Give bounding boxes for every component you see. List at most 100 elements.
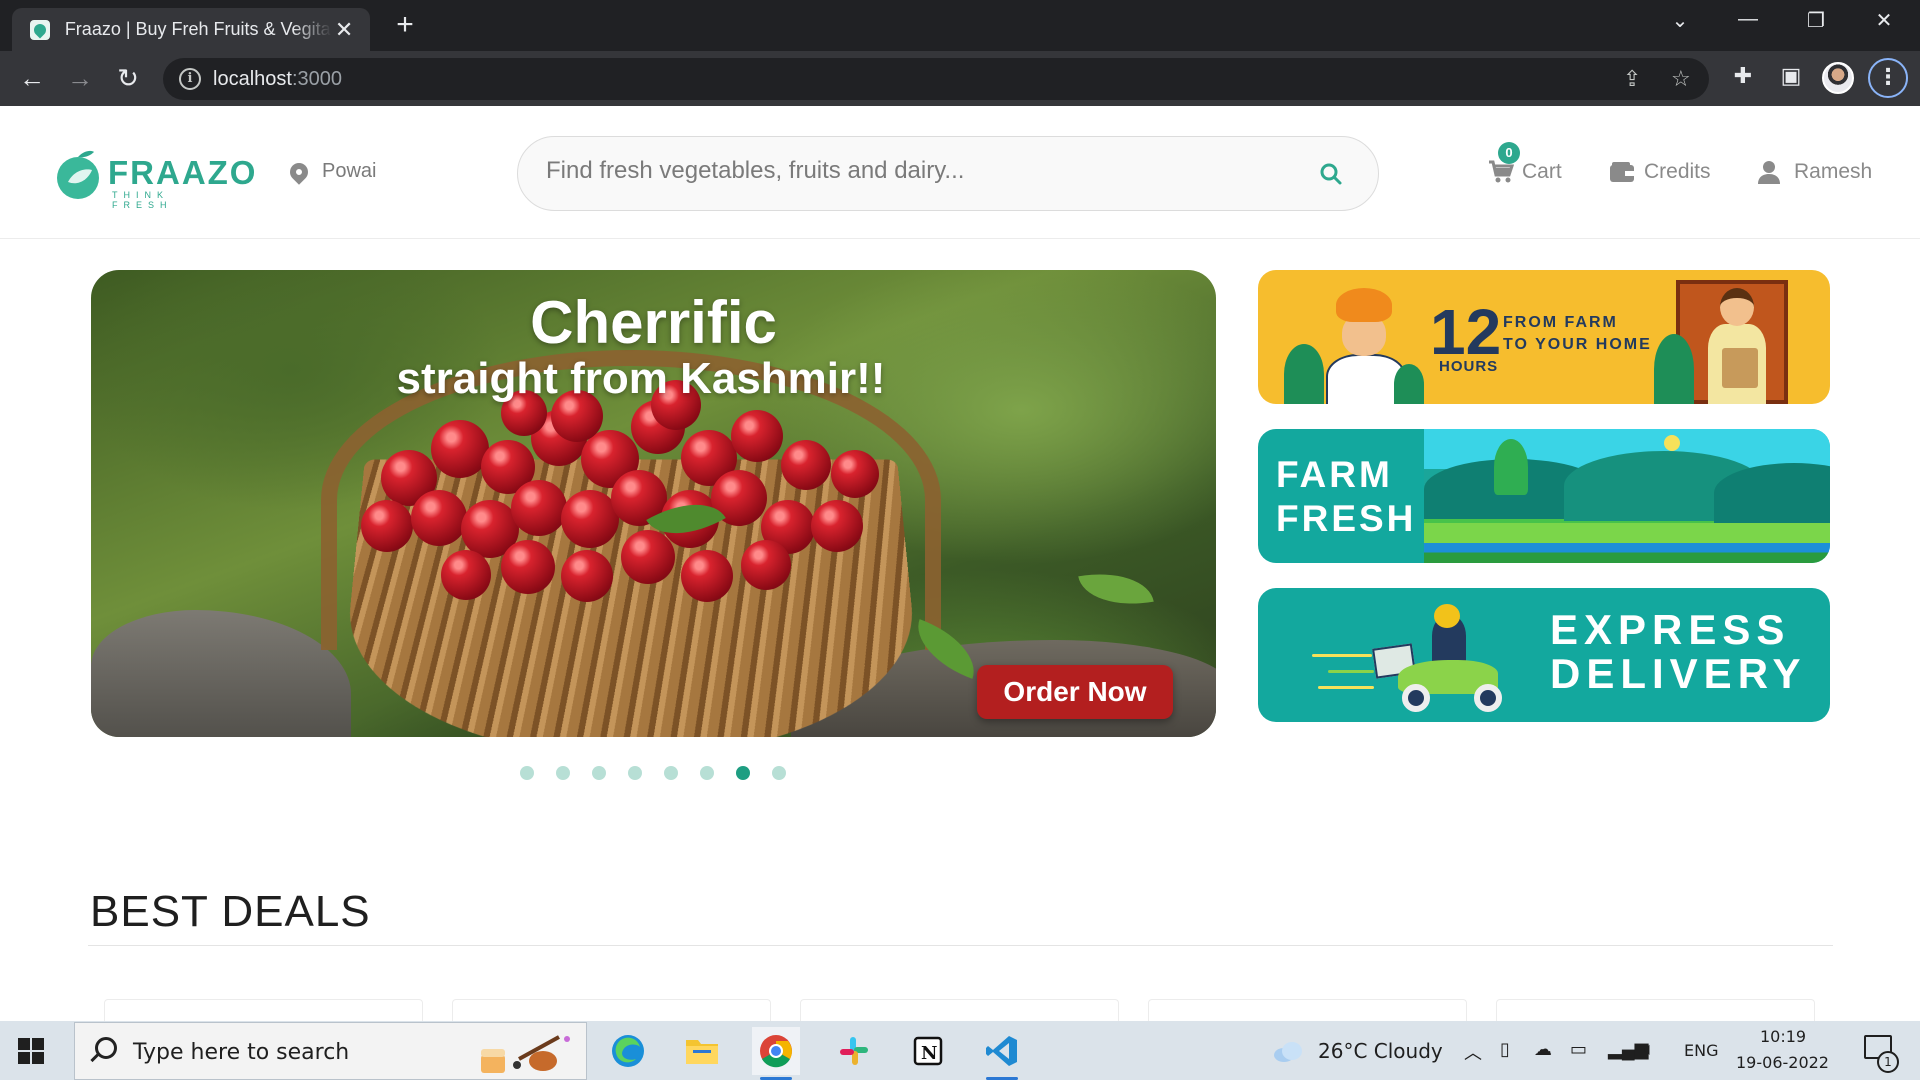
address-bar[interactable]: i localhost:3000 ⇪ ☆ bbox=[163, 58, 1709, 100]
order-now-button[interactable]: Order Now bbox=[977, 665, 1173, 719]
volume-icon[interactable]: 🔈︎ bbox=[1644, 1039, 1655, 1060]
carousel-dot[interactable] bbox=[772, 766, 786, 780]
cherry bbox=[501, 540, 555, 594]
cherry bbox=[811, 500, 863, 552]
carousel-dot[interactable] bbox=[520, 766, 534, 780]
forward-arrow-icon[interactable]: → bbox=[62, 61, 98, 97]
cherry bbox=[621, 530, 675, 584]
plant-illustration bbox=[1654, 334, 1694, 404]
hero-title: Cherrific bbox=[530, 289, 777, 356]
cherry bbox=[561, 550, 613, 602]
side-panel-icon[interactable]: ▣ bbox=[1776, 63, 1806, 89]
browser-menu-icon[interactable]: ⋮ bbox=[1868, 58, 1908, 98]
banner-express-delivery[interactable]: EXPRESS DELIVERY bbox=[1258, 588, 1830, 722]
taskbar-search[interactable]: Type here to search bbox=[74, 1022, 587, 1080]
reload-icon[interactable]: ↻ bbox=[110, 61, 146, 97]
back-arrow-icon[interactable]: ← bbox=[14, 61, 50, 97]
search-input[interactable] bbox=[546, 157, 1286, 185]
close-window-icon[interactable]: ✕ bbox=[1866, 8, 1902, 33]
carousel-dot[interactable] bbox=[556, 766, 570, 780]
notion-icon[interactable]: N bbox=[904, 1027, 952, 1075]
cherry bbox=[681, 550, 733, 602]
device-icon[interactable]: ▯ bbox=[1500, 1039, 1510, 1060]
credits-button[interactable]: Credits bbox=[1610, 160, 1711, 184]
tab-title: Fraazo | Buy Freh Fruits & Vegitables bbox=[64, 19, 332, 39]
slack-icon[interactable] bbox=[830, 1027, 878, 1075]
carousel-dot[interactable] bbox=[664, 766, 678, 780]
credits-label: Credits bbox=[1644, 160, 1711, 183]
carousel-dot[interactable] bbox=[700, 766, 714, 780]
best-deals-heading: BEST DEALS bbox=[90, 887, 371, 936]
wallet-icon bbox=[1610, 162, 1634, 182]
cart-button[interactable]: 0 Cart bbox=[1488, 142, 1562, 184]
location-pin-icon bbox=[286, 158, 312, 185]
section-divider bbox=[88, 945, 1833, 946]
location-selector[interactable]: Powai bbox=[286, 158, 376, 185]
chevron-up-icon[interactable]: ︿ bbox=[1464, 1039, 1482, 1065]
tab-close-icon[interactable]: ✕ bbox=[332, 17, 356, 43]
input-language[interactable]: ENG bbox=[1684, 1041, 1718, 1060]
search-icon bbox=[95, 1037, 117, 1059]
plant-illustration bbox=[1394, 364, 1424, 404]
extensions-puzzle-icon[interactable]: ✚ bbox=[1728, 63, 1758, 89]
user-icon bbox=[1758, 161, 1780, 184]
new-tab-button[interactable]: + bbox=[390, 10, 420, 40]
browser-tab[interactable]: Fraazo | Buy Freh Fruits & Vegitables ✕ bbox=[12, 8, 370, 51]
file-explorer-icon[interactable] bbox=[678, 1027, 726, 1075]
onedrive-icon[interactable]: ☁ bbox=[1534, 1039, 1552, 1060]
browser-tabstrip: Fraazo | Buy Freh Fruits & Vegitables ✕ … bbox=[0, 0, 1920, 51]
cherry bbox=[411, 490, 467, 546]
cherry bbox=[361, 500, 413, 552]
windows-start-icon[interactable] bbox=[18, 1038, 44, 1064]
delivery-scooter-illustration bbox=[1368, 604, 1508, 712]
carousel-dot[interactable] bbox=[628, 766, 642, 780]
logo-wordmark: FRAAZO bbox=[108, 154, 258, 191]
cloudy-weather-icon bbox=[1274, 1042, 1302, 1062]
url-text[interactable]: localhost:3000 bbox=[213, 68, 342, 91]
cherry bbox=[741, 540, 791, 590]
customer-illustration bbox=[1704, 288, 1768, 404]
minimize-icon[interactable]: — bbox=[1730, 8, 1766, 31]
windows-taskbar: Type here to search N 26°C Cloudy ︿ ▯ ☁ … bbox=[0, 1021, 1920, 1080]
cart-label: Cart bbox=[1522, 160, 1562, 183]
cherry bbox=[831, 450, 879, 498]
fraazo-favicon-icon bbox=[30, 19, 50, 40]
svg-text:N: N bbox=[921, 1043, 937, 1064]
profile-avatar[interactable] bbox=[1822, 62, 1854, 94]
share-icon[interactable]: ⇪ bbox=[1623, 66, 1641, 92]
speed-line bbox=[1312, 654, 1372, 657]
carousel-dot[interactable] bbox=[736, 766, 750, 780]
network-icon[interactable]: ▂▄▆ bbox=[1608, 1039, 1648, 1060]
chrome-icon[interactable] bbox=[752, 1027, 800, 1080]
banner-12-hours[interactable]: 12 HOURS FROM FARM TO YOUR HOME bbox=[1258, 270, 1830, 404]
vscode-icon[interactable] bbox=[978, 1027, 1026, 1080]
cart-icon: 0 bbox=[1488, 142, 1520, 184]
browser-toolbar: ← → ↻ i localhost:3000 ⇪ ☆ ✚ ▣ bbox=[0, 51, 1920, 106]
speed-line bbox=[1318, 686, 1374, 689]
clock-date[interactable]: 19-06-2022 bbox=[1736, 1053, 1829, 1072]
logo-tagline: THINK FRESH bbox=[112, 190, 173, 210]
carousel-dot[interactable] bbox=[592, 766, 606, 780]
taskbar-search-placeholder: Type here to search bbox=[133, 1040, 350, 1065]
edge-icon[interactable] bbox=[604, 1027, 652, 1075]
express-delivery-text: EXPRESS DELIVERY bbox=[1550, 606, 1807, 697]
hero-carousel-slide[interactable]: Cherrific straight from Kashmir!! Order … bbox=[91, 270, 1216, 737]
site-info-icon[interactable]: i bbox=[179, 68, 201, 90]
account-button[interactable]: Ramesh bbox=[1758, 160, 1872, 184]
cherry-leaf bbox=[1078, 564, 1154, 614]
hours-number: 12 bbox=[1430, 296, 1502, 368]
hero-wood-log bbox=[91, 610, 351, 737]
user-name: Ramesh bbox=[1794, 160, 1873, 183]
banner-farm-fresh[interactable]: FARM FRESH bbox=[1258, 429, 1830, 563]
bookmark-star-icon[interactable]: ☆ bbox=[1671, 66, 1691, 92]
weather-text[interactable]: 26°C Cloudy bbox=[1318, 1039, 1443, 1063]
battery-icon[interactable]: ▭ bbox=[1570, 1039, 1587, 1060]
plant-illustration bbox=[1284, 344, 1324, 404]
cherry bbox=[441, 550, 491, 600]
search-icon[interactable] bbox=[1318, 161, 1344, 187]
fraazo-logo[interactable]: FRAAZO THINK FRESH bbox=[54, 142, 255, 210]
clock-time[interactable]: 10:19 bbox=[1760, 1027, 1806, 1046]
product-search bbox=[517, 136, 1379, 211]
tab-search-icon[interactable]: ⌄ bbox=[1662, 8, 1698, 33]
restore-icon[interactable]: ❐ bbox=[1798, 8, 1834, 33]
